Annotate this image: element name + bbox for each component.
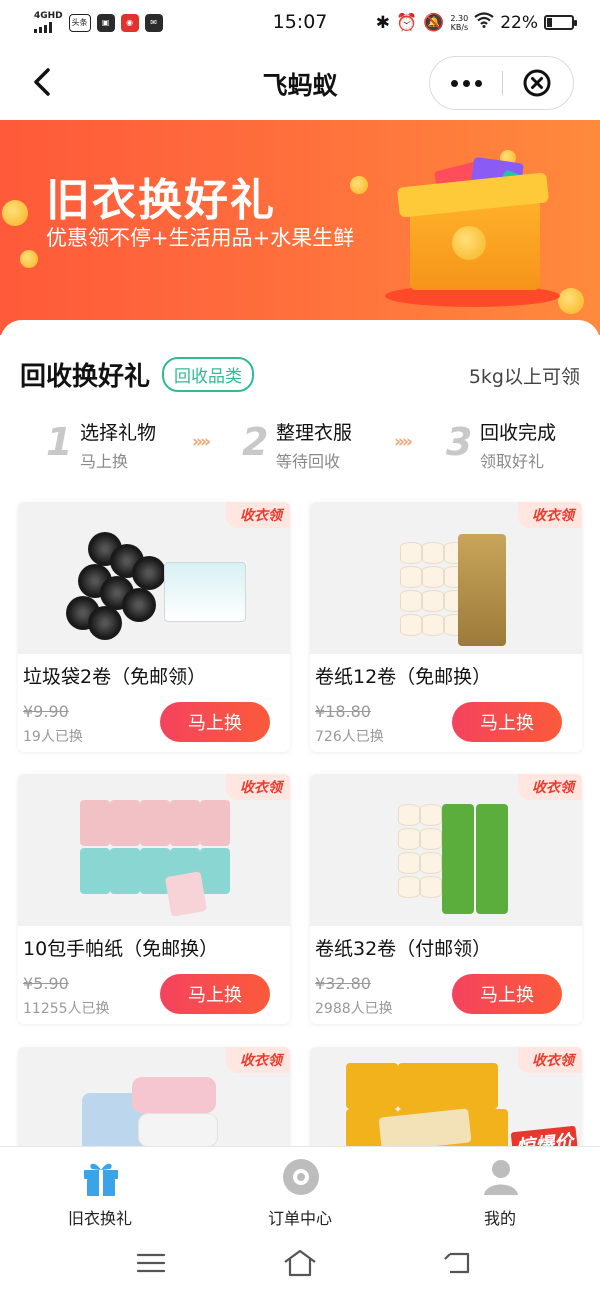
step-number: 3	[446, 420, 473, 464]
original-price: ¥9.90	[23, 702, 69, 721]
tab-label: 旧衣换礼	[67, 1209, 132, 1228]
coin-icon	[452, 226, 486, 260]
exchange-button[interactable]: 马上换	[452, 702, 562, 742]
bottom-tab-bar: 旧衣换礼 订单中心 我的	[0, 1146, 600, 1234]
product-name: 垃圾袋2卷（免邮领）	[23, 666, 207, 688]
close-miniapp-button[interactable]	[501, 57, 573, 109]
product-card[interactable]: 收衣领 10包手帕纸（免邮换） ¥5.90 11255人已换 马上换	[18, 774, 290, 1024]
wifi-icon	[474, 12, 494, 33]
coin-icon	[20, 250, 38, 268]
process-steps: 1 选择礼物 马上换 »» 2 整理衣服 等待回收 »» 3 回收完成 领取好礼	[0, 418, 600, 474]
coin-icon	[350, 176, 368, 194]
original-price: ¥18.80	[315, 702, 371, 721]
coin-icon	[2, 200, 28, 226]
product-tag: 收衣领	[226, 1047, 290, 1073]
exchange-count: 19人已换	[23, 729, 83, 745]
original-price: ¥32.80	[315, 974, 371, 993]
step-subtitle: 马上换	[80, 452, 129, 471]
product-card[interactable]: 收衣领 卷纸32卷（付邮领） ¥32.80 2988人已换 马上换	[310, 774, 582, 1024]
alarm-icon: ⏰	[396, 12, 418, 33]
nav-bar: 飞蚂蚁	[0, 46, 600, 120]
product-card[interactable]: 收衣领 惊爆价	[310, 1047, 582, 1150]
product-name: 卷纸12卷（免邮换）	[315, 666, 492, 688]
more-dots-icon	[450, 79, 458, 87]
exchange-button[interactable]: 马上换	[160, 702, 270, 742]
product-tag: 收衣领	[518, 1047, 582, 1073]
more-button[interactable]	[430, 57, 502, 109]
mute-icon: 🔕	[423, 12, 445, 33]
tab-my-profile[interactable]: 我的	[400, 1147, 600, 1235]
status-right: ✱ ⏰ 🔕 2.30 KB/s 22%	[375, 12, 577, 33]
bluetooth-icon: ✱	[375, 12, 391, 33]
back-button[interactable]	[26, 64, 62, 100]
battery-icon	[544, 15, 577, 30]
back-system-button[interactable]	[440, 1248, 476, 1278]
gift-icon	[84, 1163, 118, 1196]
exchange-count: 2988人已换	[315, 1001, 393, 1017]
exchange-button[interactable]: 马上换	[452, 974, 562, 1014]
status-bar: 4GHD 头条 ▣ ◉ ✉ 15:07 ✱ ⏰ 🔕 2.30 KB/s 22%	[0, 0, 600, 46]
step-arrow-icon: »»	[192, 432, 211, 452]
exchange-button[interactable]: 马上换	[160, 974, 270, 1014]
promo-banner[interactable]: 旧衣换好礼 优惠领不停+生活用品+水果生鲜	[0, 120, 600, 335]
product-tag: 收衣领	[226, 502, 290, 528]
section-header: 回收换好礼 回收品类	[20, 356, 255, 393]
recent-apps-button[interactable]	[133, 1248, 169, 1278]
exchange-count: 726人已换	[315, 729, 384, 745]
product-tag: 收衣领	[518, 774, 582, 800]
weight-requirement: 5kg以上可领	[468, 366, 580, 388]
product-tag: 收衣领	[518, 502, 582, 528]
order-icon	[283, 1159, 319, 1195]
tab-label: 订单中心	[267, 1209, 332, 1228]
tab-label: 我的	[483, 1209, 516, 1228]
user-icon	[484, 1160, 518, 1195]
speed-value: 2.30	[450, 13, 469, 23]
content-panel: 回收换好礼 回收品类 5kg以上可领 1 选择礼物 马上换 »» 2 整理衣服 …	[0, 320, 600, 1150]
product-name: 10包手帕纸（免邮换）	[23, 938, 219, 960]
speed-unit: KB/s	[450, 22, 469, 32]
category-tag-button[interactable]: 回收品类	[162, 357, 255, 392]
tab-order-center[interactable]: 订单中心	[200, 1147, 400, 1235]
back-arrow-icon	[34, 68, 50, 96]
product-card[interactable]: 收衣领 卷纸12卷（免邮换） ¥18.80 726人已换 马上换	[310, 502, 582, 752]
original-price: ¥5.90	[23, 974, 69, 993]
product-card[interactable]: 收衣领 垃圾袋2卷（免邮领） ¥9.90 19人已换 马上换	[18, 502, 290, 752]
coin-icon	[558, 288, 584, 314]
product-name: 卷纸32卷（付邮领）	[315, 938, 492, 960]
system-nav-bar	[0, 1234, 600, 1299]
home-button[interactable]	[282, 1248, 318, 1278]
close-circle-icon	[523, 69, 551, 97]
step-subtitle: 等待回收	[276, 452, 341, 471]
step-arrow-icon: »»	[394, 432, 413, 452]
network-speed: 2.30 KB/s	[450, 14, 468, 32]
step-title: 整理衣服	[276, 422, 353, 444]
banner-title: 旧衣换好礼	[46, 175, 276, 226]
step-title: 选择礼物	[80, 422, 157, 444]
step-subtitle: 领取好礼	[480, 452, 545, 471]
product-tag: 收衣领	[226, 774, 290, 800]
product-card[interactable]: 收衣领	[18, 1047, 290, 1150]
step-title: 回收完成	[480, 422, 557, 444]
step-number: 1	[46, 420, 73, 464]
banner-subtitle: 优惠领不停+生活用品+水果生鲜	[46, 226, 355, 250]
battery-percent: 22%	[500, 12, 538, 33]
section-title: 回收换好礼	[20, 362, 151, 392]
miniapp-capsule	[429, 56, 574, 110]
step-number: 2	[242, 420, 269, 464]
tab-old-clothes-exchange[interactable]: 旧衣换礼	[0, 1147, 200, 1235]
exchange-count: 11255人已换	[23, 1001, 110, 1017]
